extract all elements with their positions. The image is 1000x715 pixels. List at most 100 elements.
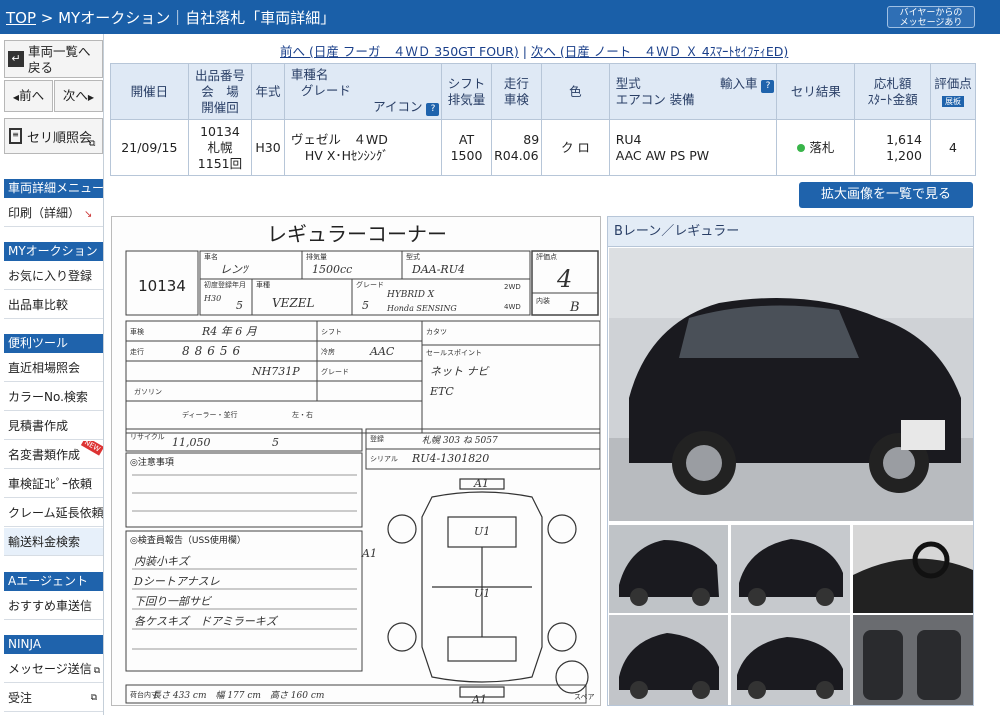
thumb-photo-1[interactable] xyxy=(609,525,728,613)
table-row: 21/09/15 10134 札幌 1151回 H30 ヴェゼル ４WD HV X･H… xyxy=(110,119,977,176)
section-my-auction: MYオークション xyxy=(4,242,103,261)
svg-text:Honda SENSING: Honda SENSING xyxy=(386,304,457,313)
svg-text:車検: 車検 xyxy=(130,327,144,336)
menu-estimate[interactable]: 見積書作成 xyxy=(4,412,103,440)
question-icon[interactable]: ? xyxy=(426,103,440,116)
thumb-photo-2[interactable] xyxy=(731,525,850,613)
back-icon: ↵ xyxy=(8,51,24,67)
svg-text:H30: H30 xyxy=(203,294,221,303)
svg-text:評価点: 評価点 xyxy=(536,252,557,261)
menu-market[interactable]: 直近相場照会 xyxy=(4,354,103,382)
prev-button[interactable]: ◀前へ xyxy=(4,80,53,112)
svg-text:DAA-RU4: DAA-RU4 xyxy=(411,263,465,276)
svg-text:U1: U1 xyxy=(474,525,490,538)
section-ninja: NINJA xyxy=(4,635,103,654)
svg-text:4WD: 4WD xyxy=(504,303,521,311)
svg-text:長さ 433 cm 幅 177 cm 高さ 160 cm: 長さ 433 cm 幅 177 cm 高さ 160 cm xyxy=(152,690,324,701)
seri-order-button[interactable]: ≡ セリ順照会 ⧉ xyxy=(4,118,103,154)
svg-text:リサイクル: リサイクル xyxy=(130,433,165,441)
thumb-interior-seats xyxy=(853,615,973,705)
svg-text:1500cc: 1500cc xyxy=(312,263,352,276)
thumb-photo-3[interactable] xyxy=(853,525,973,613)
section-a-agent: Aエージェント xyxy=(4,572,103,591)
svg-text:R4 年 6 月: R4 年 6 月 xyxy=(201,325,258,338)
svg-text:11,050: 11,050 xyxy=(172,436,211,449)
svg-text:札幌 303 ね 5057: 札幌 303 ね 5057 xyxy=(422,435,498,446)
thumb-photo-4[interactable] xyxy=(609,615,728,705)
svg-text:ガソリン: ガソリン xyxy=(134,387,162,396)
vehicle-info-table: 開催日 出品番号会 場開催回 年式 車種名 グレード アイコン ? シフト 排気量 走… xyxy=(110,63,977,176)
section-tools: 便利ツール xyxy=(4,334,103,353)
svg-text:車種: 車種 xyxy=(256,280,270,289)
svg-text:各ケスキズ ドアミラーキズ: 各ケスキズ ドアミラーキズ xyxy=(134,615,279,628)
prev-vehicle-link[interactable]: 前へ (日産 フーガ ４ＷＤ 350GT FOUR) xyxy=(280,44,519,59)
top-header: TOP > MYオークション｜自社落札「車両詳細」 バイヤーからの メッセージあり xyxy=(0,0,1000,34)
svg-text:グレード: グレード xyxy=(356,280,384,289)
menu-order[interactable]: 受注 ⧉ xyxy=(4,684,103,712)
sheet-title: レギュラーコーナー xyxy=(267,222,447,246)
svg-text:シフト: シフト xyxy=(321,328,342,336)
svg-text:U1: U1 xyxy=(474,587,490,600)
svg-text:RU4-1301820: RU4-1301820 xyxy=(411,452,489,465)
svg-text:HYBRID X: HYBRID X xyxy=(386,290,435,300)
svg-text:内装小キズ: 内装小キズ xyxy=(134,555,191,568)
top-link[interactable]: TOP xyxy=(6,9,36,27)
seri-icon: ≡ xyxy=(9,128,22,144)
question-icon[interactable]: ? xyxy=(761,79,775,93)
svg-text:A1: A1 xyxy=(473,477,489,490)
svg-text:4: 4 xyxy=(556,265,572,293)
svg-text:初度登録年月: 初度登録年月 xyxy=(204,280,246,289)
svg-text:シリアル: シリアル xyxy=(370,455,398,463)
svg-text:左・右: 左・右 xyxy=(292,410,313,419)
svg-text:車名: 車名 xyxy=(204,252,218,261)
svg-text:下回り一部サビ: 下回り一部サビ xyxy=(134,595,213,608)
menu-message[interactable]: メッセージ送信 ⧉ xyxy=(4,655,103,683)
svg-text:AAC: AAC xyxy=(369,345,395,358)
menu-print[interactable]: 印刷（詳細） ↘ xyxy=(4,199,103,227)
svg-text:ディーラー・並行: ディーラー・並行 xyxy=(182,410,238,419)
external-icon: ⧉ xyxy=(89,139,96,149)
svg-text:VEZEL: VEZEL xyxy=(272,296,315,310)
car-main-drawing xyxy=(609,248,973,521)
back-to-list-button[interactable]: ↵ 車両一覧へ 戻る xyxy=(4,40,103,78)
enlarge-images-button[interactable]: 拡大画像を一覧で見る xyxy=(799,182,973,208)
auction-sheet-image[interactable]: レギュラーコーナー 10134 車名 排気量 型式 評価点 初度登録年月 車種 グレード… xyxy=(111,216,601,706)
menu-name-change[interactable]: 名変書類作成 NEW xyxy=(4,441,103,469)
section-vehicle-menu: 車両詳細メニュー xyxy=(4,179,104,198)
thumb-car-front-left xyxy=(619,540,719,606)
vehicle-nav: 前へ (日産 フーガ ４ＷＤ 350GT FOUR) | 次へ (日産 ノート … xyxy=(280,44,789,59)
svg-text:ネット ナビ: ネット ナビ xyxy=(430,365,490,378)
menu-favorite[interactable]: お気に入り登録 xyxy=(4,262,103,290)
thumb-car-rear xyxy=(739,539,843,606)
buyer-message-button[interactable]: バイヤーからの メッセージあり xyxy=(887,6,975,28)
svg-text:◎注意事項: ◎注意事項 xyxy=(130,456,174,468)
score-badge[interactable]: 展板 xyxy=(941,95,964,107)
auction-sheet-drawing: レギュラーコーナー 10134 車名 排気量 型式 評価点初度登録年月 車種 グレード… xyxy=(125,222,600,705)
menu-claim[interactable]: クレーム延長依頼 xyxy=(4,499,103,527)
menu-recommend[interactable]: おすすめ車送信 xyxy=(4,592,103,620)
thumb-interior-dash xyxy=(853,525,973,613)
menu-transport[interactable]: 輸送料金検索 xyxy=(4,528,103,556)
svg-text:排気量: 排気量 xyxy=(306,252,327,261)
next-vehicle-link[interactable]: 次へ (日産 ノート ４ＷＤ Ｘ 4ｽﾏｰﾄｾｲﾌﾃｨED) xyxy=(531,44,788,59)
svg-text:5: 5 xyxy=(272,436,279,449)
new-badge: NEW xyxy=(81,441,103,456)
svg-text:5: 5 xyxy=(236,299,243,312)
thumb-photo-6[interactable] xyxy=(853,615,973,705)
menu-shaken-copy[interactable]: 車検証ｺﾋﾟｰ依頼 xyxy=(4,470,103,498)
svg-text:冷房: 冷房 xyxy=(321,347,335,356)
svg-text:NH731P: NH731P xyxy=(251,365,300,378)
menu-compare[interactable]: 出品車比較 xyxy=(4,291,103,319)
svg-text:カタツ: カタツ xyxy=(426,327,447,336)
photo-panel: Bレーン／レギュラー xyxy=(607,216,974,706)
external-icon: ⧉ xyxy=(93,666,101,676)
menu-color-search[interactable]: カラーNo.検索 xyxy=(4,383,103,411)
print-icon: ↘ xyxy=(84,209,93,220)
photo-panel-title: Bレーン／レギュラー xyxy=(608,217,973,247)
main-car-photo[interactable] xyxy=(609,248,973,521)
thumb-photo-5[interactable] xyxy=(731,615,850,705)
green-dot-icon xyxy=(797,143,806,152)
sidebar: ↵ 車両一覧へ 戻る ◀前へ 次へ▶ ≡ セリ順照会 ⧉ 車両詳細メニュー 印刷… xyxy=(0,34,104,715)
next-button[interactable]: 次へ▶ xyxy=(54,80,103,112)
svg-text:グレード: グレード xyxy=(321,367,349,376)
